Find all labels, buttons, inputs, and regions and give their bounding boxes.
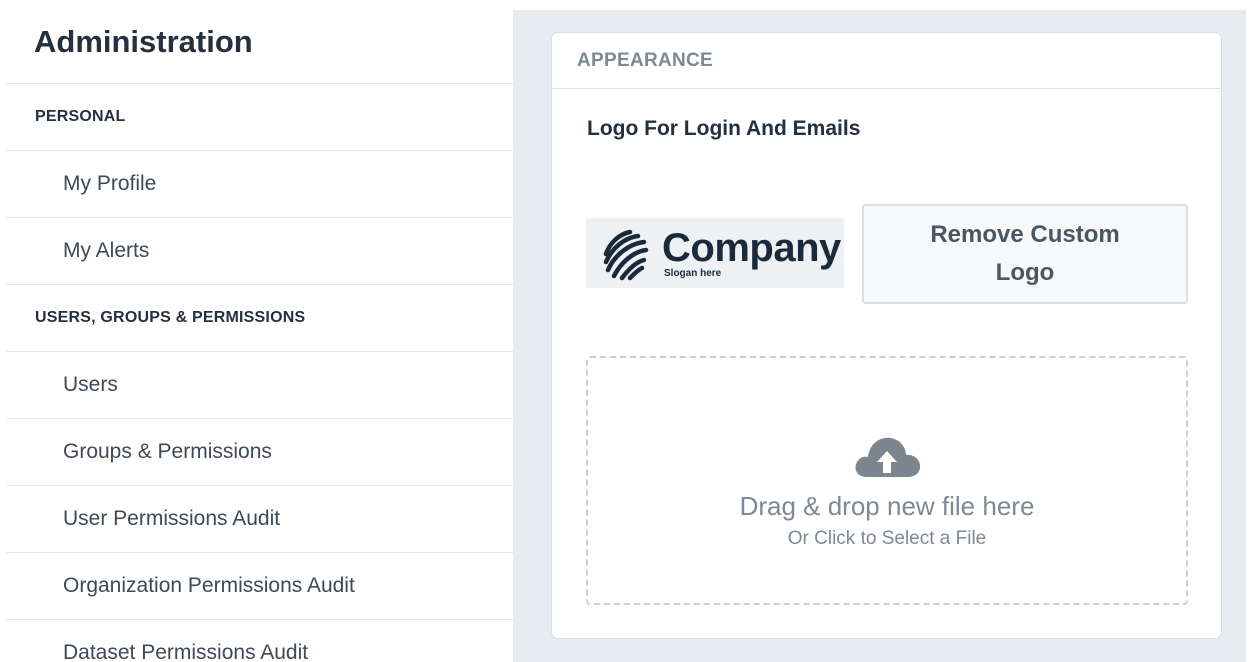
- panel-header: APPEARANCE: [552, 33, 1221, 89]
- dropzone-secondary-text: Or Click to Select a File: [787, 528, 987, 549]
- sidebar-item-groups-permissions[interactable]: Groups & Permissions: [6, 419, 513, 486]
- appearance-panel: APPEARANCE Logo For Login And Emails Com…: [551, 32, 1222, 639]
- sidebar-item-organization-permissions-audit[interactable]: Organization Permissions Audit: [6, 553, 513, 620]
- sidebar-item-my-profile[interactable]: My Profile: [6, 151, 513, 218]
- logo-slogan: Slogan here: [664, 267, 722, 279]
- sidebar-item-users[interactable]: Users: [6, 352, 513, 419]
- file-dropzone[interactable]: Drag & drop new file here Or Click to Se…: [586, 356, 1188, 605]
- sidebar: Administration PERSONAL My Profile My Al…: [6, 10, 513, 662]
- sidebar-item-dataset-permissions-audit[interactable]: Dataset Permissions Audit: [6, 620, 513, 662]
- remove-custom-logo-button[interactable]: Remove Custom Logo: [862, 204, 1188, 304]
- section-header-users-groups-permissions: USERS, GROUPS & PERMISSIONS: [6, 285, 513, 352]
- sidebar-item-user-permissions-audit[interactable]: User Permissions Audit: [6, 486, 513, 553]
- logo-preview: Company Slogan here: [586, 218, 844, 288]
- logo-company-name: Company: [662, 225, 841, 270]
- main-content: APPEARANCE Logo For Login And Emails Com…: [513, 10, 1246, 662]
- sidebar-title: Administration: [6, 10, 513, 84]
- cloud-upload-icon: [855, 437, 921, 477]
- dropzone-primary-text: Drag & drop new file here: [739, 491, 1035, 521]
- sidebar-item-my-alerts[interactable]: My Alerts: [6, 218, 513, 285]
- section-header-personal: PERSONAL: [6, 84, 513, 151]
- company-logo-mark-icon: [603, 229, 649, 281]
- logo-section-title: Logo For Login And Emails: [587, 117, 861, 140]
